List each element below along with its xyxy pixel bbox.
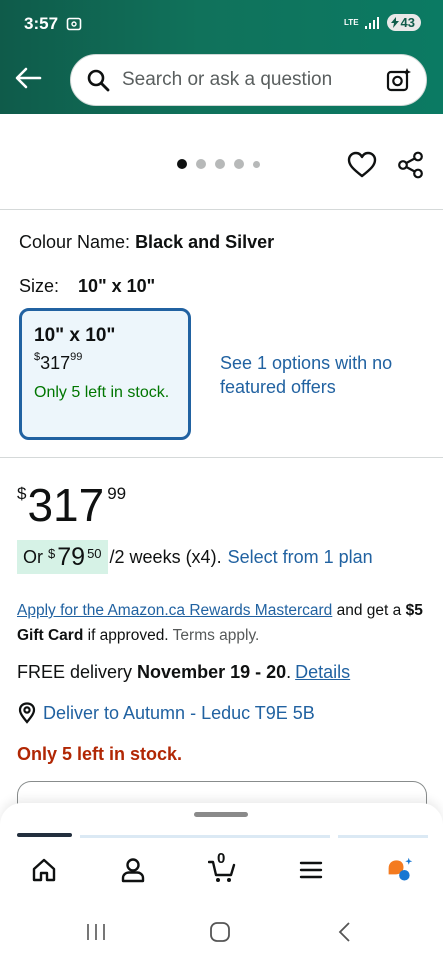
charging-icon (390, 17, 399, 28)
carousel-dots[interactable] (177, 159, 260, 169)
search-icon (87, 69, 110, 92)
share-icon[interactable] (397, 151, 425, 179)
strip-segment (80, 835, 330, 838)
installment-cents: 50 (87, 546, 102, 561)
system-home-button[interactable] (205, 917, 235, 947)
system-back-button[interactable] (330, 917, 360, 947)
location-pin-icon (18, 702, 36, 724)
top-header: 3:57 LTE 43 (0, 0, 443, 114)
size-option-selected[interactable]: 10" x 10" $31799 Only 5 left in stock. (19, 308, 191, 440)
nav-menu[interactable] (289, 848, 333, 892)
delivery-info: FREE delivery November 19 - 20. Details (17, 662, 351, 682)
section-divider (0, 457, 443, 458)
carousel-dot[interactable] (253, 160, 260, 168)
cart-count: 0 (217, 850, 226, 867)
price-whole: 317 (27, 479, 105, 531)
rewards-card-link[interactable]: Apply for the Amazon.ca Rewards Masterca… (17, 602, 332, 619)
recent-apps-button[interactable] (81, 917, 111, 947)
recent-apps-icon (87, 924, 105, 940)
stock-warning: Only 5 left in stock. (17, 744, 183, 764)
user-icon (121, 858, 145, 883)
status-time: 3:57 (24, 14, 59, 33)
price-currency: $ (17, 484, 27, 503)
size-label: Size: (19, 276, 60, 296)
size-row: Size: 10" x 10" (19, 276, 155, 297)
installment-prefix: Or (23, 546, 43, 567)
status-bar: 3:57 LTE 43 (0, 0, 443, 50)
carousel-dot-active[interactable] (177, 159, 187, 169)
deliver-to-link[interactable]: Deliver to Autumn - Leduc T9E 5B (17, 702, 315, 724)
installment-period: /2 weeks (x4). (109, 546, 222, 567)
bottom-navigation: 0 (0, 848, 443, 898)
sheet-drag-handle[interactable] (194, 812, 248, 817)
select-plan-link[interactable]: Select from 1 plan (228, 547, 373, 568)
carousel-dot[interactable] (215, 159, 225, 169)
bottom-sheet: 0 (0, 803, 443, 960)
nav-account[interactable] (111, 848, 155, 892)
product-price: $ 317 99 (17, 478, 126, 532)
nav-rufus-assistant[interactable] (378, 848, 422, 892)
signal-icon (364, 16, 379, 29)
carousel-dot[interactable] (196, 159, 206, 169)
size-value: 10" x 10" (78, 276, 156, 296)
see-options-link[interactable]: See 1 options with no featured offers (220, 351, 420, 399)
delivery-details-link[interactable]: Details (295, 662, 350, 682)
nav-cart[interactable]: 0 (200, 848, 244, 892)
network-type: LTE (344, 17, 359, 27)
back-arrow-icon[interactable] (14, 66, 42, 90)
back-chevron-icon (338, 922, 350, 942)
delivery-dates: November 19 - 20 (137, 662, 287, 682)
carousel-dot[interactable] (234, 159, 244, 169)
installment-currency: $ (48, 546, 56, 561)
search-bar[interactable] (70, 54, 427, 106)
colour-label: Colour Name: (19, 232, 131, 252)
battery-indicator: 43 (386, 14, 421, 31)
installment-highlight: Or $79 50 (17, 540, 108, 574)
home-icon (32, 858, 56, 882)
strip-segment (338, 835, 428, 838)
installment-plan-row: Or $79 50 /2 weeks (x4). Select from 1 pl… (17, 540, 373, 574)
size-option-price: $31799 (34, 351, 83, 373)
screenshot-icon (66, 17, 82, 31)
hamburger-menu-icon (299, 861, 323, 879)
camera-search-icon[interactable] (386, 67, 412, 93)
size-option-label: 10" x 10" (34, 325, 116, 346)
home-circle-icon (210, 922, 230, 942)
strip-segment (17, 833, 72, 837)
terms-text: Terms apply. (172, 627, 260, 644)
colour-name-row: Colour Name: Black and Silver (19, 232, 274, 253)
sheet-strip (0, 833, 443, 838)
assistant-chat-icon (388, 857, 413, 881)
colour-value: Black and Silver (135, 232, 275, 252)
wishlist-heart-icon[interactable] (347, 150, 377, 180)
rewards-offer: Apply for the Amazon.ca Rewards Masterca… (17, 602, 423, 644)
installment-whole: 79 (57, 542, 86, 571)
deliver-to-address: Deliver to Autumn - Leduc T9E 5B (43, 702, 315, 723)
system-navigation (0, 913, 443, 953)
price-cents: 99 (107, 484, 127, 503)
nav-home[interactable] (22, 848, 66, 892)
size-option-stock: Only 5 left in stock. (34, 384, 170, 401)
image-gallery-controls (0, 114, 443, 210)
search-input[interactable] (122, 69, 382, 91)
battery-level: 43 (400, 15, 415, 30)
